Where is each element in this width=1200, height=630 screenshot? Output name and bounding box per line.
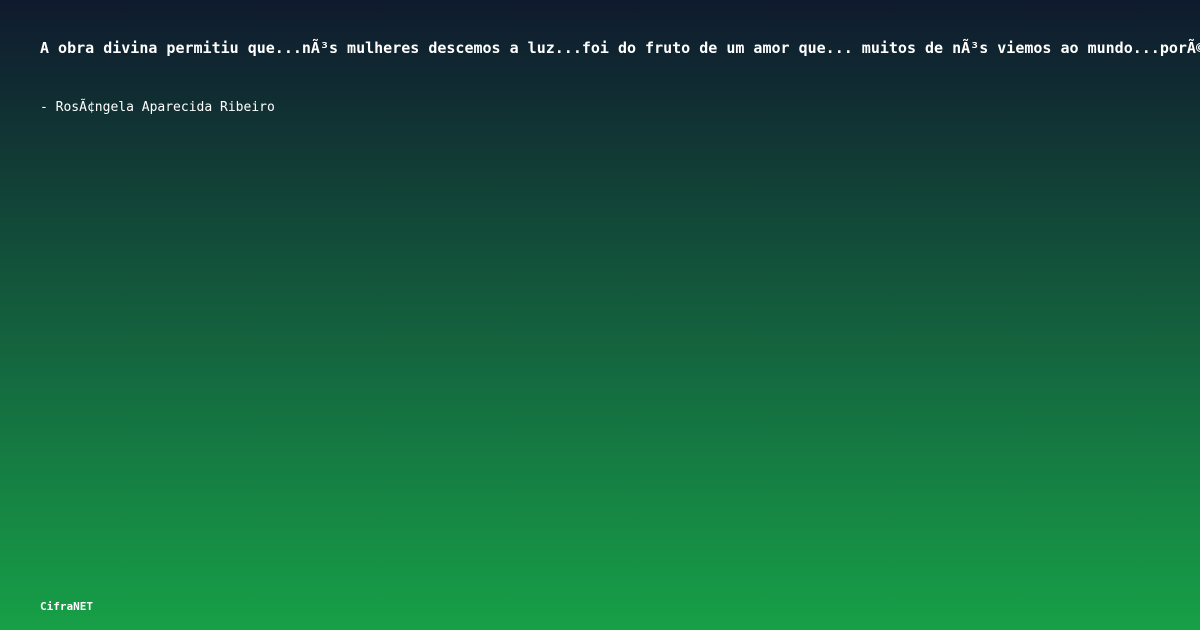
brand-name: CifraNET: [40, 600, 93, 613]
quote-text: A obra divina permitiu que...nÃ³s mulher…: [40, 39, 1200, 57]
quote-author: - RosÃ¢ngela Aparecida Ribeiro: [40, 100, 275, 115]
quote-card: A obra divina permitiu que...nÃ³s mulher…: [0, 0, 1200, 630]
